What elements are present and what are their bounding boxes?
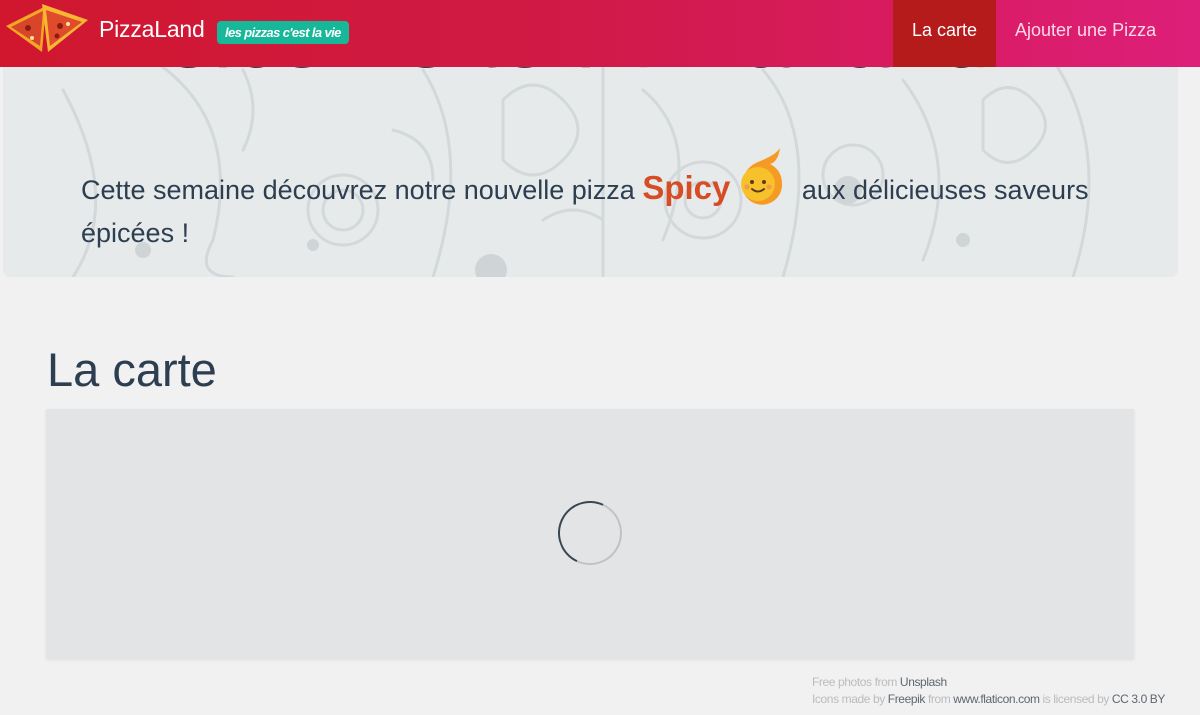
nav-la-carte[interactable]: La carte: [893, 0, 996, 67]
icon-credit-prefix: Icons made by: [812, 692, 885, 706]
photo-credit-prefix: Free photos from: [812, 675, 897, 689]
spicy-highlight: Spicy: [642, 169, 731, 206]
nav-ajouter-pizza[interactable]: Ajouter une Pizza: [1015, 0, 1185, 67]
section-title: La carte: [47, 343, 217, 396]
fire-icon: [741, 148, 783, 205]
brand-name[interactable]: PizzaLand: [99, 16, 205, 43]
license-link[interactable]: CC 3.0 BY: [1112, 692, 1165, 706]
freepik-link[interactable]: Freepik: [888, 692, 926, 706]
hero-text-before: Cette semaine découvrez notre nouvelle p…: [81, 175, 635, 205]
flaticon-link[interactable]: www.flaticon.com: [953, 692, 1040, 706]
slogan-badge: les pizzas c'est la vie: [217, 21, 349, 44]
loading-spinner-icon: [548, 491, 632, 575]
footer-credits: Free photos from Unsplash Icons made by …: [812, 674, 1165, 708]
unsplash-link[interactable]: Unsplash: [900, 675, 947, 689]
pizza-list-container: [46, 409, 1134, 659]
pizza-logo-icon[interactable]: [2, 0, 92, 56]
hero-announcement: Cette semaine découvrez notre nouvelle p…: [81, 148, 1091, 255]
icon-credit-licensed: is licensed by: [1042, 692, 1110, 706]
icon-credit-line: Icons made by Freepik from www.flaticon.…: [812, 691, 1165, 708]
icon-credit-from: from: [927, 692, 951, 706]
photo-credit-line: Free photos from Unsplash: [812, 674, 1165, 691]
top-navbar: PizzaLand les pizzas c'est la vie La car…: [0, 0, 1200, 67]
